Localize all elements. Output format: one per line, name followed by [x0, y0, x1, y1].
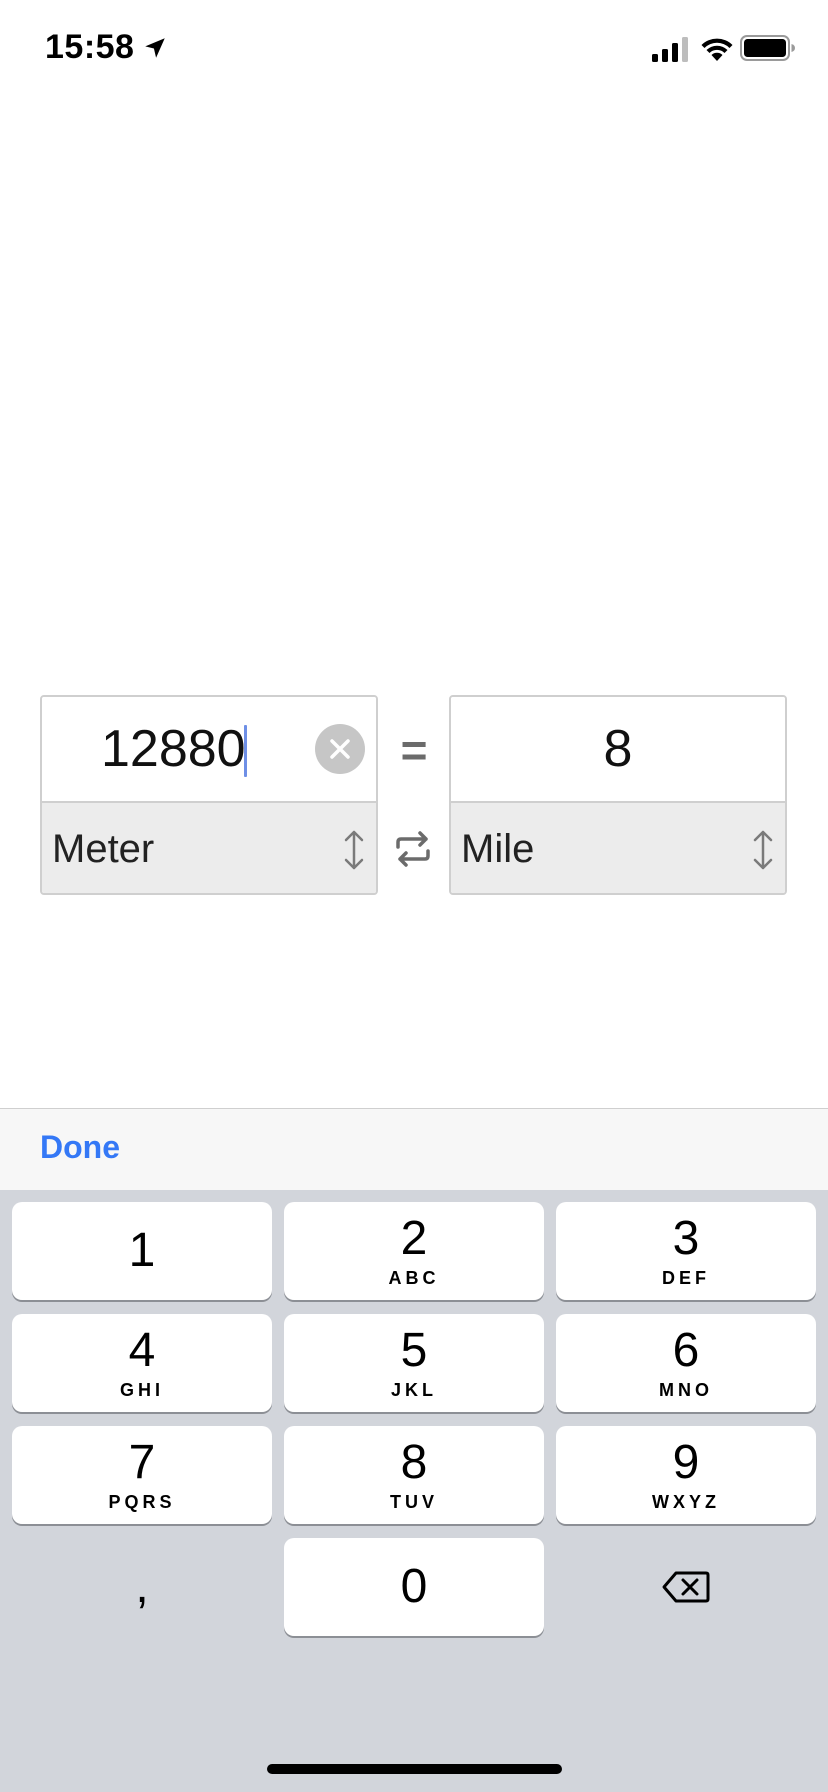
cellular-signal-icon: [652, 37, 688, 62]
status-time: 15:58: [45, 28, 135, 66]
key-digit: 1: [128, 1224, 156, 1277]
key-digit: 7: [128, 1436, 156, 1489]
key-8[interactable]: 8 TUV: [284, 1426, 544, 1524]
equals-sign: =: [400, 724, 428, 776]
key-4[interactable]: 4 GHI: [12, 1314, 272, 1412]
key-letters: ABC: [388, 1268, 440, 1288]
key-9[interactable]: 9 WXYZ: [556, 1426, 816, 1524]
status-bar: 15:58: [0, 0, 828, 100]
location-arrow-icon: [145, 37, 166, 58]
key-7[interactable]: 7 PQRS: [12, 1426, 272, 1524]
key-letters: DEF: [662, 1268, 710, 1288]
key-5[interactable]: 5 JKL: [284, 1314, 544, 1412]
from-value[interactable]: 12880: [101, 717, 246, 781]
backspace-key[interactable]: [556, 1538, 816, 1636]
status-time-container: 15:58: [45, 28, 168, 67]
to-value: 8: [603, 720, 633, 778]
numeric-keypad: 1 2 ABC 3 DEF 4 GHI 5 JKL 6 MNO 7 PQRS 8…: [0, 1190, 828, 1792]
key-comma[interactable]: ,: [12, 1538, 272, 1636]
key-digit: 3: [672, 1212, 700, 1265]
swap-arrows-icon[interactable]: [393, 829, 433, 869]
key-6[interactable]: 6 MNO: [556, 1314, 816, 1412]
key-letters: WXYZ: [652, 1492, 720, 1512]
key-0[interactable]: 0: [284, 1538, 544, 1636]
from-unit-card: 12880 Meter: [40, 695, 378, 895]
home-indicator[interactable]: [267, 1764, 562, 1774]
done-button[interactable]: Done: [40, 1129, 120, 1166]
battery-icon: [740, 35, 795, 61]
key-letters: MNO: [659, 1380, 713, 1400]
up-down-arrows-icon: [753, 830, 773, 870]
key-digit: 5: [400, 1324, 428, 1377]
key-digit: 6: [672, 1324, 700, 1377]
key-letters: GHI: [119, 1380, 164, 1400]
key-2[interactable]: 2 ABC: [284, 1202, 544, 1300]
from-unit-label: Meter: [52, 827, 155, 871]
key-digit: 4: [128, 1324, 156, 1377]
to-unit-card: 8 Mile: [449, 695, 787, 895]
from-value-field[interactable]: 12880: [42, 697, 376, 803]
to-unit-label: Mile: [461, 827, 535, 871]
key-letters: PQRS: [108, 1492, 176, 1512]
key-digit: 0: [400, 1560, 428, 1613]
key-digit: 9: [672, 1436, 700, 1489]
key-digit: 2: [400, 1212, 428, 1265]
key-letters: TUV: [390, 1492, 438, 1512]
key-digit: 8: [400, 1436, 428, 1489]
unit-converter: 12880 Meter = 8 Mile: [0, 695, 828, 895]
from-unit-selector[interactable]: Meter: [42, 803, 376, 893]
text-cursor: [244, 725, 247, 777]
to-value-field[interactable]: 8: [451, 697, 785, 803]
up-down-arrows-icon: [344, 830, 364, 870]
backspace-icon: [662, 1571, 710, 1603]
keyboard-toolbar: Done: [0, 1108, 828, 1190]
clear-button[interactable]: [315, 724, 365, 774]
to-unit-selector[interactable]: Mile: [451, 803, 785, 893]
key-letters: JKL: [390, 1380, 437, 1400]
clear-circle-icon: [330, 739, 350, 759]
wifi-icon: [701, 38, 733, 61]
key-3[interactable]: 3 DEF: [556, 1202, 816, 1300]
key-1[interactable]: 1: [12, 1202, 272, 1300]
